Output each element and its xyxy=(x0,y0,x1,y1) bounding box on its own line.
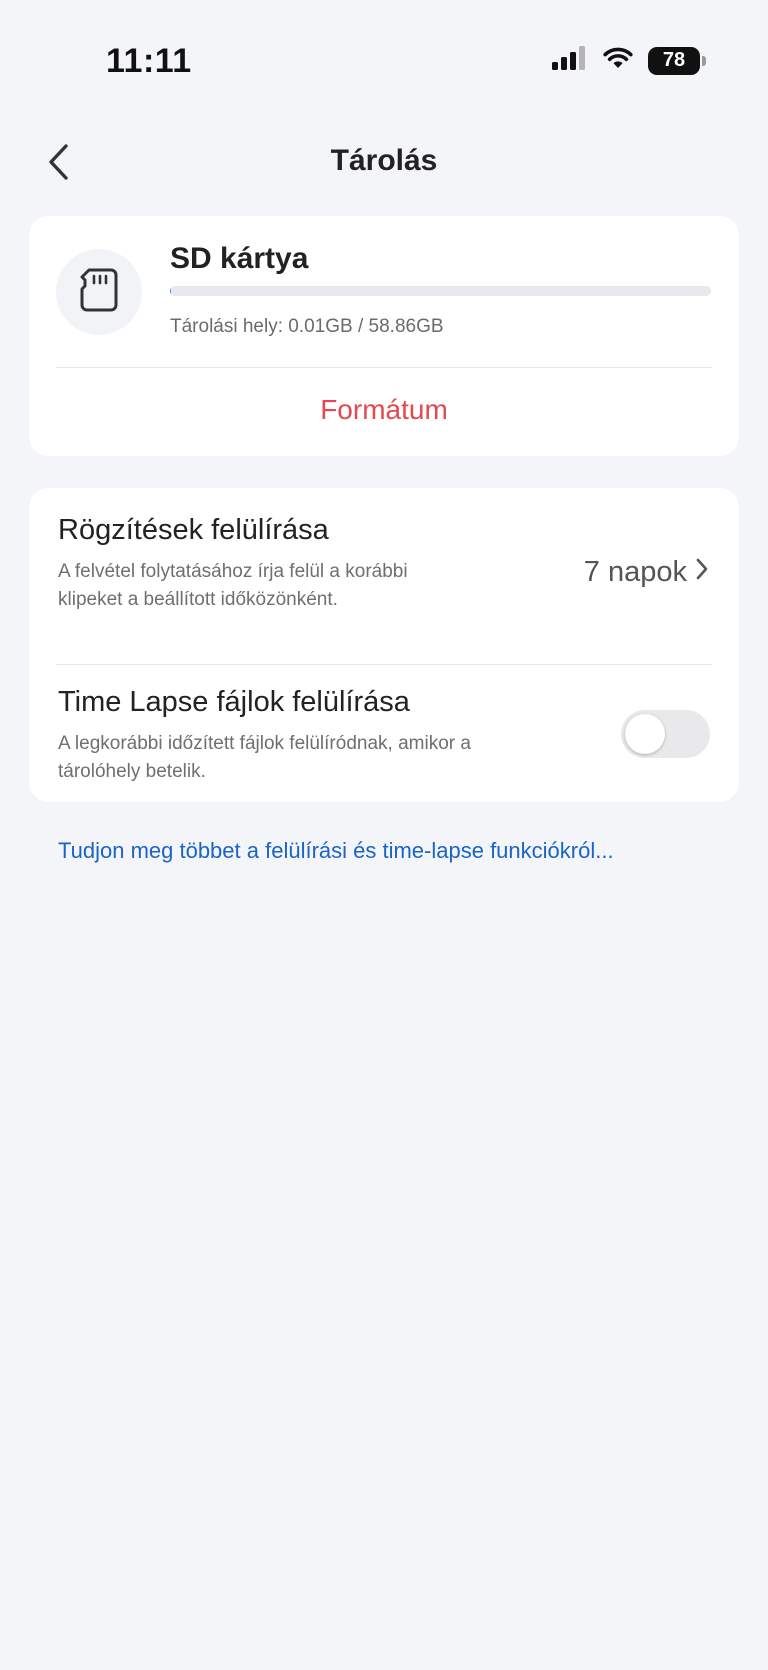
status-time: 11:11 xyxy=(106,42,192,80)
nav-header: Tárolás xyxy=(0,130,768,196)
timelapse-overwrite-toggle[interactable] xyxy=(621,710,710,758)
storage-progress-bar xyxy=(170,286,711,296)
wifi-icon xyxy=(602,46,634,75)
divider xyxy=(56,664,712,665)
toggle-knob xyxy=(625,714,665,754)
sd-card-title: SD kártya xyxy=(170,242,309,275)
overwrite-settings-panel: Rögzítések felülírása A felvétel folytat… xyxy=(29,488,739,802)
learn-more-link[interactable]: Tudjon meg többet a felülírási és time-l… xyxy=(58,838,614,864)
sd-card-icon-wrap xyxy=(56,249,142,335)
overwrite-recordings-title: Rögzítések felülírása xyxy=(58,514,329,546)
format-button[interactable]: Formátum xyxy=(29,384,739,436)
sd-card-icon xyxy=(79,267,119,318)
status-bar: 11:11 78 xyxy=(0,0,768,120)
storage-usage-text: Tárolási hely: 0.01GB / 58.86GB xyxy=(170,316,444,337)
cellular-signal-icon xyxy=(552,46,588,75)
overwrite-timelapse-title: Time Lapse fájlok felülírása xyxy=(58,686,410,718)
overwrite-interval-value: 7 napok xyxy=(583,556,687,588)
overwrite-recordings-description: A felvétel folytatásához írja felül a ko… xyxy=(58,561,408,610)
page-title: Tárolás xyxy=(330,144,438,177)
divider xyxy=(56,367,712,368)
overwrite-timelapse-description: A legkorábbi időzített fájlok felülíródn… xyxy=(58,733,471,782)
chevron-right-icon xyxy=(695,556,709,589)
overwrite-interval-selector[interactable]: 7 napok xyxy=(584,556,709,589)
battery-icon: 78 xyxy=(648,46,706,75)
status-icons: 78 xyxy=(552,46,706,75)
sd-card-panel: SD kártya Tárolási hely: 0.01GB / 58.86G… xyxy=(29,216,739,456)
battery-level: 78 xyxy=(662,49,686,71)
